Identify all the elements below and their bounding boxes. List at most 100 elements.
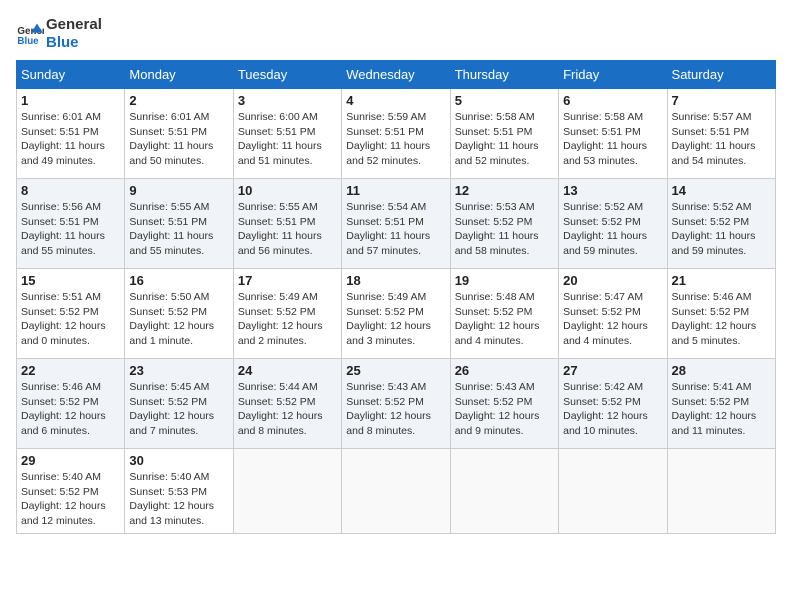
calendar-cell xyxy=(450,449,558,534)
day-info: Sunrise: 5:43 AMSunset: 5:52 PMDaylight:… xyxy=(455,380,554,439)
calendar-cell: 15Sunrise: 5:51 AMSunset: 5:52 PMDayligh… xyxy=(17,269,125,359)
svg-text:Blue: Blue xyxy=(17,36,39,47)
day-info: Sunrise: 5:44 AMSunset: 5:52 PMDaylight:… xyxy=(238,380,337,439)
weekday-header: Monday xyxy=(125,61,233,89)
calendar-week-row: 29 Sunrise: 5:40 AMSunset: 5:52 PMDayligh… xyxy=(17,449,776,534)
calendar-cell: 22 Sunrise: 5:46 AMSunset: 5:52 PMDayligh… xyxy=(17,359,125,449)
day-info: Sunrise: 5:45 AMSunset: 5:52 PMDaylight:… xyxy=(129,380,228,439)
day-info: Sunrise: 5:42 AMSunset: 5:52 PMDaylight:… xyxy=(563,380,662,439)
calendar-cell: 19 Sunrise: 5:48 AMSunset: 5:52 PMDayligh… xyxy=(450,269,558,359)
day-number: 3 xyxy=(238,93,337,108)
calendar-cell: 29 Sunrise: 5:40 AMSunset: 5:52 PMDayligh… xyxy=(17,449,125,534)
day-info: Sunrise: 5:54 AMSunset: 5:51 PMDaylight:… xyxy=(346,200,445,259)
day-number: 30 xyxy=(129,453,228,468)
day-info: Sunrise: 5:48 AMSunset: 5:52 PMDaylight:… xyxy=(455,290,554,349)
calendar-cell xyxy=(559,449,667,534)
day-info: Sunrise: 6:01 AMSunset: 5:51 PMDaylight:… xyxy=(129,110,228,169)
day-info: Sunrise: 5:52 AMSunset: 5:52 PMDaylight:… xyxy=(563,200,662,259)
calendar-cell: 30 Sunrise: 5:40 AMSunset: 5:53 PMDayligh… xyxy=(125,449,233,534)
calendar-cell: 11 Sunrise: 5:54 AMSunset: 5:51 PMDayligh… xyxy=(342,179,450,269)
day-number: 29 xyxy=(21,453,120,468)
day-info: Sunrise: 5:57 AMSunset: 5:51 PMDaylight:… xyxy=(672,110,771,169)
calendar-cell: 7 Sunrise: 5:57 AMSunset: 5:51 PMDaylight… xyxy=(667,89,775,179)
calendar-cell: 4 Sunrise: 5:59 AMSunset: 5:51 PMDaylight… xyxy=(342,89,450,179)
day-info: Sunrise: 5:53 AMSunset: 5:52 PMDaylight:… xyxy=(455,200,554,259)
calendar-cell: 28Sunrise: 5:41 AMSunset: 5:52 PMDayligh… xyxy=(667,359,775,449)
day-number: 2 xyxy=(129,93,228,108)
day-info: Sunrise: 5:47 AMSunset: 5:52 PMDaylight:… xyxy=(563,290,662,349)
calendar-cell: 9 Sunrise: 5:55 AMSunset: 5:51 PMDaylight… xyxy=(125,179,233,269)
day-info: Sunrise: 5:58 AMSunset: 5:51 PMDaylight:… xyxy=(563,110,662,169)
calendar-cell: 5 Sunrise: 5:58 AMSunset: 5:51 PMDaylight… xyxy=(450,89,558,179)
day-number: 28 xyxy=(672,363,771,378)
day-info: Sunrise: 5:49 AMSunset: 5:52 PMDaylight:… xyxy=(238,290,337,349)
day-info: Sunrise: 6:01 AMSunset: 5:51 PMDaylight:… xyxy=(21,110,120,169)
day-info: Sunrise: 5:55 AMSunset: 5:51 PMDaylight:… xyxy=(129,200,228,259)
day-number: 22 xyxy=(21,363,120,378)
logo-icon: General Blue xyxy=(16,20,44,48)
weekday-header: Sunday xyxy=(17,61,125,89)
calendar-cell xyxy=(233,449,341,534)
calendar-cell: 12Sunrise: 5:53 AMSunset: 5:52 PMDayligh… xyxy=(450,179,558,269)
day-number: 16 xyxy=(129,273,228,288)
day-number: 1 xyxy=(21,93,120,108)
day-number: 11 xyxy=(346,183,445,198)
day-info: Sunrise: 5:50 AMSunset: 5:52 PMDaylight:… xyxy=(129,290,228,349)
day-number: 20 xyxy=(563,273,662,288)
calendar-cell: 8 Sunrise: 5:56 AMSunset: 5:51 PMDaylight… xyxy=(17,179,125,269)
day-number: 9 xyxy=(129,183,228,198)
day-number: 25 xyxy=(346,363,445,378)
calendar-cell: 20 Sunrise: 5:47 AMSunset: 5:52 PMDayligh… xyxy=(559,269,667,359)
day-number: 7 xyxy=(672,93,771,108)
day-info: Sunrise: 5:43 AMSunset: 5:52 PMDaylight:… xyxy=(346,380,445,439)
day-number: 27 xyxy=(563,363,662,378)
day-number: 19 xyxy=(455,273,554,288)
page-header: General Blue General Blue xyxy=(16,16,776,52)
day-info: Sunrise: 6:00 AMSunset: 5:51 PMDaylight:… xyxy=(238,110,337,169)
day-info: Sunrise: 5:40 AMSunset: 5:53 PMDaylight:… xyxy=(129,470,228,529)
calendar-cell: 16 Sunrise: 5:50 AMSunset: 5:52 PMDayligh… xyxy=(125,269,233,359)
calendar-cell: 18Sunrise: 5:49 AMSunset: 5:52 PMDayligh… xyxy=(342,269,450,359)
calendar-cell: 21Sunrise: 5:46 AMSunset: 5:52 PMDayligh… xyxy=(667,269,775,359)
logo: General Blue General Blue xyxy=(16,16,102,52)
day-info: Sunrise: 5:55 AMSunset: 5:51 PMDaylight:… xyxy=(238,200,337,259)
calendar-cell: 27 Sunrise: 5:42 AMSunset: 5:52 PMDayligh… xyxy=(559,359,667,449)
calendar-cell: 13Sunrise: 5:52 AMSunset: 5:52 PMDayligh… xyxy=(559,179,667,269)
calendar-cell xyxy=(342,449,450,534)
weekday-header: Wednesday xyxy=(342,61,450,89)
calendar-cell: 26 Sunrise: 5:43 AMSunset: 5:52 PMDayligh… xyxy=(450,359,558,449)
day-number: 5 xyxy=(455,93,554,108)
day-number: 4 xyxy=(346,93,445,108)
calendar-cell xyxy=(667,449,775,534)
day-number: 15 xyxy=(21,273,120,288)
calendar-week-row: 15Sunrise: 5:51 AMSunset: 5:52 PMDayligh… xyxy=(17,269,776,359)
day-info: Sunrise: 5:58 AMSunset: 5:51 PMDaylight:… xyxy=(455,110,554,169)
logo-general: General xyxy=(46,16,102,34)
day-info: Sunrise: 5:40 AMSunset: 5:52 PMDaylight:… xyxy=(21,470,120,529)
calendar-cell: 3 Sunrise: 6:00 AMSunset: 5:51 PMDaylight… xyxy=(233,89,341,179)
day-number: 26 xyxy=(455,363,554,378)
calendar-week-row: 8 Sunrise: 5:56 AMSunset: 5:51 PMDaylight… xyxy=(17,179,776,269)
day-info: Sunrise: 5:56 AMSunset: 5:51 PMDaylight:… xyxy=(21,200,120,259)
calendar-cell: 14Sunrise: 5:52 AMSunset: 5:52 PMDayligh… xyxy=(667,179,775,269)
day-number: 23 xyxy=(129,363,228,378)
calendar-week-row: 1 Sunrise: 6:01 AMSunset: 5:51 PMDaylight… xyxy=(17,89,776,179)
day-number: 8 xyxy=(21,183,120,198)
day-number: 6 xyxy=(563,93,662,108)
day-info: Sunrise: 5:49 AMSunset: 5:52 PMDaylight:… xyxy=(346,290,445,349)
calendar-cell: 24 Sunrise: 5:44 AMSunset: 5:52 PMDayligh… xyxy=(233,359,341,449)
day-info: Sunrise: 5:46 AMSunset: 5:52 PMDaylight:… xyxy=(672,290,771,349)
calendar-cell: 17 Sunrise: 5:49 AMSunset: 5:52 PMDayligh… xyxy=(233,269,341,359)
calendar-week-row: 22 Sunrise: 5:46 AMSunset: 5:52 PMDayligh… xyxy=(17,359,776,449)
day-number: 24 xyxy=(238,363,337,378)
day-info: Sunrise: 5:59 AMSunset: 5:51 PMDaylight:… xyxy=(346,110,445,169)
calendar-table: SundayMondayTuesdayWednesdayThursdayFrid… xyxy=(16,60,776,534)
calendar-cell: 25 Sunrise: 5:43 AMSunset: 5:52 PMDayligh… xyxy=(342,359,450,449)
calendar-cell: 23 Sunrise: 5:45 AMSunset: 5:52 PMDayligh… xyxy=(125,359,233,449)
calendar-cell: 10Sunrise: 5:55 AMSunset: 5:51 PMDayligh… xyxy=(233,179,341,269)
day-number: 14 xyxy=(672,183,771,198)
weekday-header: Thursday xyxy=(450,61,558,89)
calendar-cell: 1 Sunrise: 6:01 AMSunset: 5:51 PMDaylight… xyxy=(17,89,125,179)
day-number: 17 xyxy=(238,273,337,288)
day-info: Sunrise: 5:46 AMSunset: 5:52 PMDaylight:… xyxy=(21,380,120,439)
